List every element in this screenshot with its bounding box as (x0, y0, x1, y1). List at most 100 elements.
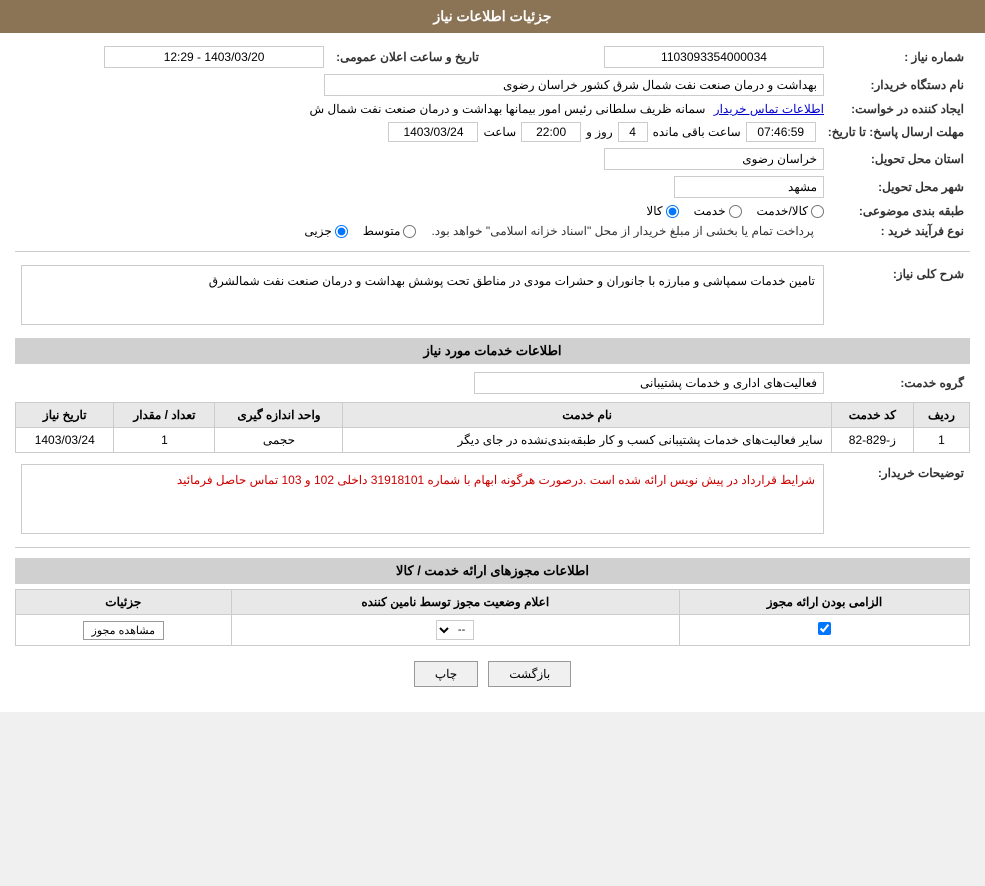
process-jazee-label: جزیی (304, 224, 331, 238)
col-header-date: تاریخ نیاز (16, 403, 114, 428)
col-header-unit: واحد اندازه گیری (215, 403, 343, 428)
row-name: سایر فعالیت‌های خدمات پشتیبانی کسب و کار… (343, 428, 831, 453)
page-container: جزئیات اطلاعات نیاز شماره نیاز : 1103093… (0, 0, 985, 712)
service-group-value: فعالیت‌های اداری و خدمات پشتیبانی (15, 369, 830, 397)
remaining-unit1: ساعت (483, 125, 516, 139)
service-info-header: اطلاعات خدمات مورد نیاز (15, 338, 970, 364)
info-table-row5: استان محل تحویل: خراسان رضوی (15, 145, 970, 173)
reply-deadline-label: مهلت ارسال پاسخ: تا تاریخ: (822, 119, 970, 145)
info-table-row8: نوع فرآیند خرید : پرداخت تمام یا بخشی از… (15, 221, 970, 241)
need-number-label: شماره نیاز : (830, 43, 970, 71)
deadline-days: 4 (618, 122, 648, 142)
buyer-org-input: بهداشت و درمان صنعت نفت شمال شرق کشور خر… (324, 74, 824, 96)
process-note: پرداخت تمام یا بخشی از مبلغ خریدار از مح… (431, 224, 814, 238)
category-kala-khadamat-label: کالا/خدمت (757, 204, 808, 218)
category-radio-group: کالا/خدمت خدمت کالا (21, 204, 824, 218)
page-title: جزئیات اطلاعات نیاز (433, 8, 551, 24)
info-table-buyer-notes: توضیحات خریدار: شرایط قرارداد در پیش نوی… (15, 461, 970, 537)
category-kala-radio[interactable] (666, 205, 679, 218)
deadline-remaining-time: 07:46:59 (746, 122, 816, 142)
return-button[interactable]: بازگشت (488, 661, 571, 687)
buyer-notes-textarea[interactable]: شرایط قرارداد در پیش نویس ارائه شده است … (21, 464, 824, 534)
category-kala-option: کالا (646, 204, 678, 218)
info-table-row2: نام دستگاه خریدار: بهداشت و درمان صنعت ن… (15, 71, 970, 99)
general-desc-label: شرح کلی نیاز: (830, 262, 970, 328)
delivery-city-input: مشهد (674, 176, 824, 198)
info-table-service-group: گروه خدمت: فعالیت‌های اداری و خدمات پشتی… (15, 369, 970, 397)
row-unit: حجمی (215, 428, 343, 453)
process-jazee-option: جزیی (304, 224, 347, 238)
info-table-row4: مهلت ارسال پاسخ: تا تاریخ: 07:46:59 ساعت… (15, 119, 970, 145)
delivery-city-label: شهر محل تحویل: (830, 173, 970, 201)
divider2 (15, 547, 970, 548)
process-radio-group: پرداخت تمام یا بخشی از مبلغ خریدار از مح… (21, 224, 824, 238)
service-group-label: گروه خدمت: (830, 369, 970, 397)
license-col-details: جزئیات (16, 590, 232, 615)
delivery-city-value: مشهد (15, 173, 830, 201)
license-col-status: اعلام وضعیت مجوز توسط نامین کننده (231, 590, 679, 615)
buyer-org-label: نام دستگاه خریدار: (830, 71, 970, 99)
info-table-row6: شهر محل تحویل: مشهد (15, 173, 970, 201)
process-label: نوع فرآیند خرید : (830, 221, 970, 241)
category-khadamat-label: خدمت (694, 204, 726, 218)
print-button[interactable]: چاپ (414, 661, 478, 687)
remaining-unit3: ساعت باقی مانده (653, 125, 741, 139)
license-required-checkbox[interactable] (818, 622, 831, 635)
general-desc-value: تامین خدمات سمپاشی و مبارزه با جانوران و… (15, 262, 830, 328)
buyer-notes-label: توضیحات خریدار: (830, 461, 970, 537)
license-status-select[interactable]: -- (436, 620, 474, 640)
info-table-row1: شماره نیاز : 1103093354000034 تاریخ و سا… (15, 43, 970, 71)
need-number-input: 1103093354000034 (604, 46, 824, 68)
col-header-row-num: ردیف (913, 403, 969, 428)
delivery-province-value: خراسان رضوی (15, 145, 830, 173)
category-kala-label: کالا (646, 204, 662, 218)
announce-datetime-value: 1403/03/20 - 12:29 (15, 43, 330, 71)
category-value: کالا/خدمت خدمت کالا (15, 201, 830, 221)
delivery-province-label: استان محل تحویل: (830, 145, 970, 173)
service-data-table: ردیف کد خدمت نام خدمت واحد اندازه گیری ت… (15, 402, 970, 453)
process-motavaset-label: متوسط (363, 224, 401, 238)
category-kala-khadamat-radio[interactable] (811, 205, 824, 218)
deadline-time: 22:00 (521, 122, 581, 142)
creator-label: ایجاد کننده در خواست: (830, 99, 970, 119)
buyer-notes-value: شرایط قرارداد در پیش نویس ارائه شده است … (15, 461, 830, 537)
info-table-row7: طبقه بندی موضوعی: کالا/خدمت خدمت (15, 201, 970, 221)
table-row: 1 ز-829-82 سایر فعالیت‌های خدمات پشتیبان… (16, 428, 970, 453)
need-number-value: 1103093354000034 (515, 43, 830, 71)
col-header-code: کد خدمت (831, 403, 913, 428)
creator-link[interactable]: اطلاعات تماس خریدار (714, 102, 824, 116)
category-khadamat-radio[interactable] (729, 205, 742, 218)
delivery-province-input: خراسان رضوی (604, 148, 824, 170)
row-code: ز-829-82 (831, 428, 913, 453)
general-desc-textarea[interactable]: تامین خدمات سمپاشی و مبارزه با جانوران و… (21, 265, 824, 325)
process-motavaset-option: متوسط (363, 224, 417, 238)
info-table-row3: ایجاد کننده در خواست: اطلاعات تماس خریدا… (15, 99, 970, 119)
row-quantity: 1 (114, 428, 215, 453)
process-value: پرداخت تمام یا بخشی از مبلغ خریدار از مح… (15, 221, 830, 241)
main-content: شماره نیاز : 1103093354000034 تاریخ و سا… (0, 33, 985, 712)
announce-datetime-input: 1403/03/20 - 12:29 (104, 46, 324, 68)
license-required-cell (679, 615, 969, 646)
buyer-org-value: بهداشت و درمان صنعت نفت شمال شرق کشور خر… (15, 71, 830, 99)
divider1 (15, 251, 970, 252)
license-col-required: الزامی بودن ارائه مجوز (679, 590, 969, 615)
license-status-cell: -- (231, 615, 679, 646)
license-section-header: اطلاعات مجوزهای ارائه خدمت / کالا (15, 558, 970, 584)
info-table-desc: شرح کلی نیاز: تامین خدمات سمپاشی و مبارز… (15, 262, 970, 328)
page-header: جزئیات اطلاعات نیاز (0, 0, 985, 33)
category-label: طبقه بندی موضوعی: (830, 201, 970, 221)
process-jazee-radio[interactable] (335, 225, 348, 238)
col-header-name: نام خدمت (343, 403, 831, 428)
license-details-cell: مشاهده مجوز (16, 615, 232, 646)
creator-name: سمانه ظریف سلطانی رئیس امور بیمانها بهدا… (310, 102, 706, 116)
creator-value: اطلاعات تماس خریدار سمانه ظریف سلطانی رئ… (15, 99, 830, 119)
process-motavaset-radio[interactable] (403, 225, 416, 238)
row-date: 1403/03/24 (16, 428, 114, 453)
view-license-button[interactable]: مشاهده مجوز (83, 621, 164, 640)
action-buttons: بازگشت چاپ (15, 661, 970, 702)
license-table: الزامی بودن ارائه مجوز اعلام وضعیت مجوز … (15, 589, 970, 646)
deadline-date: 1403/03/24 (388, 122, 478, 142)
service-group-input: فعالیت‌های اداری و خدمات پشتیبانی (474, 372, 824, 394)
col-header-quantity: تعداد / مقدار (114, 403, 215, 428)
reply-deadline-value: 07:46:59 ساعت باقی مانده 4 روز و 22:00 س… (15, 119, 822, 145)
